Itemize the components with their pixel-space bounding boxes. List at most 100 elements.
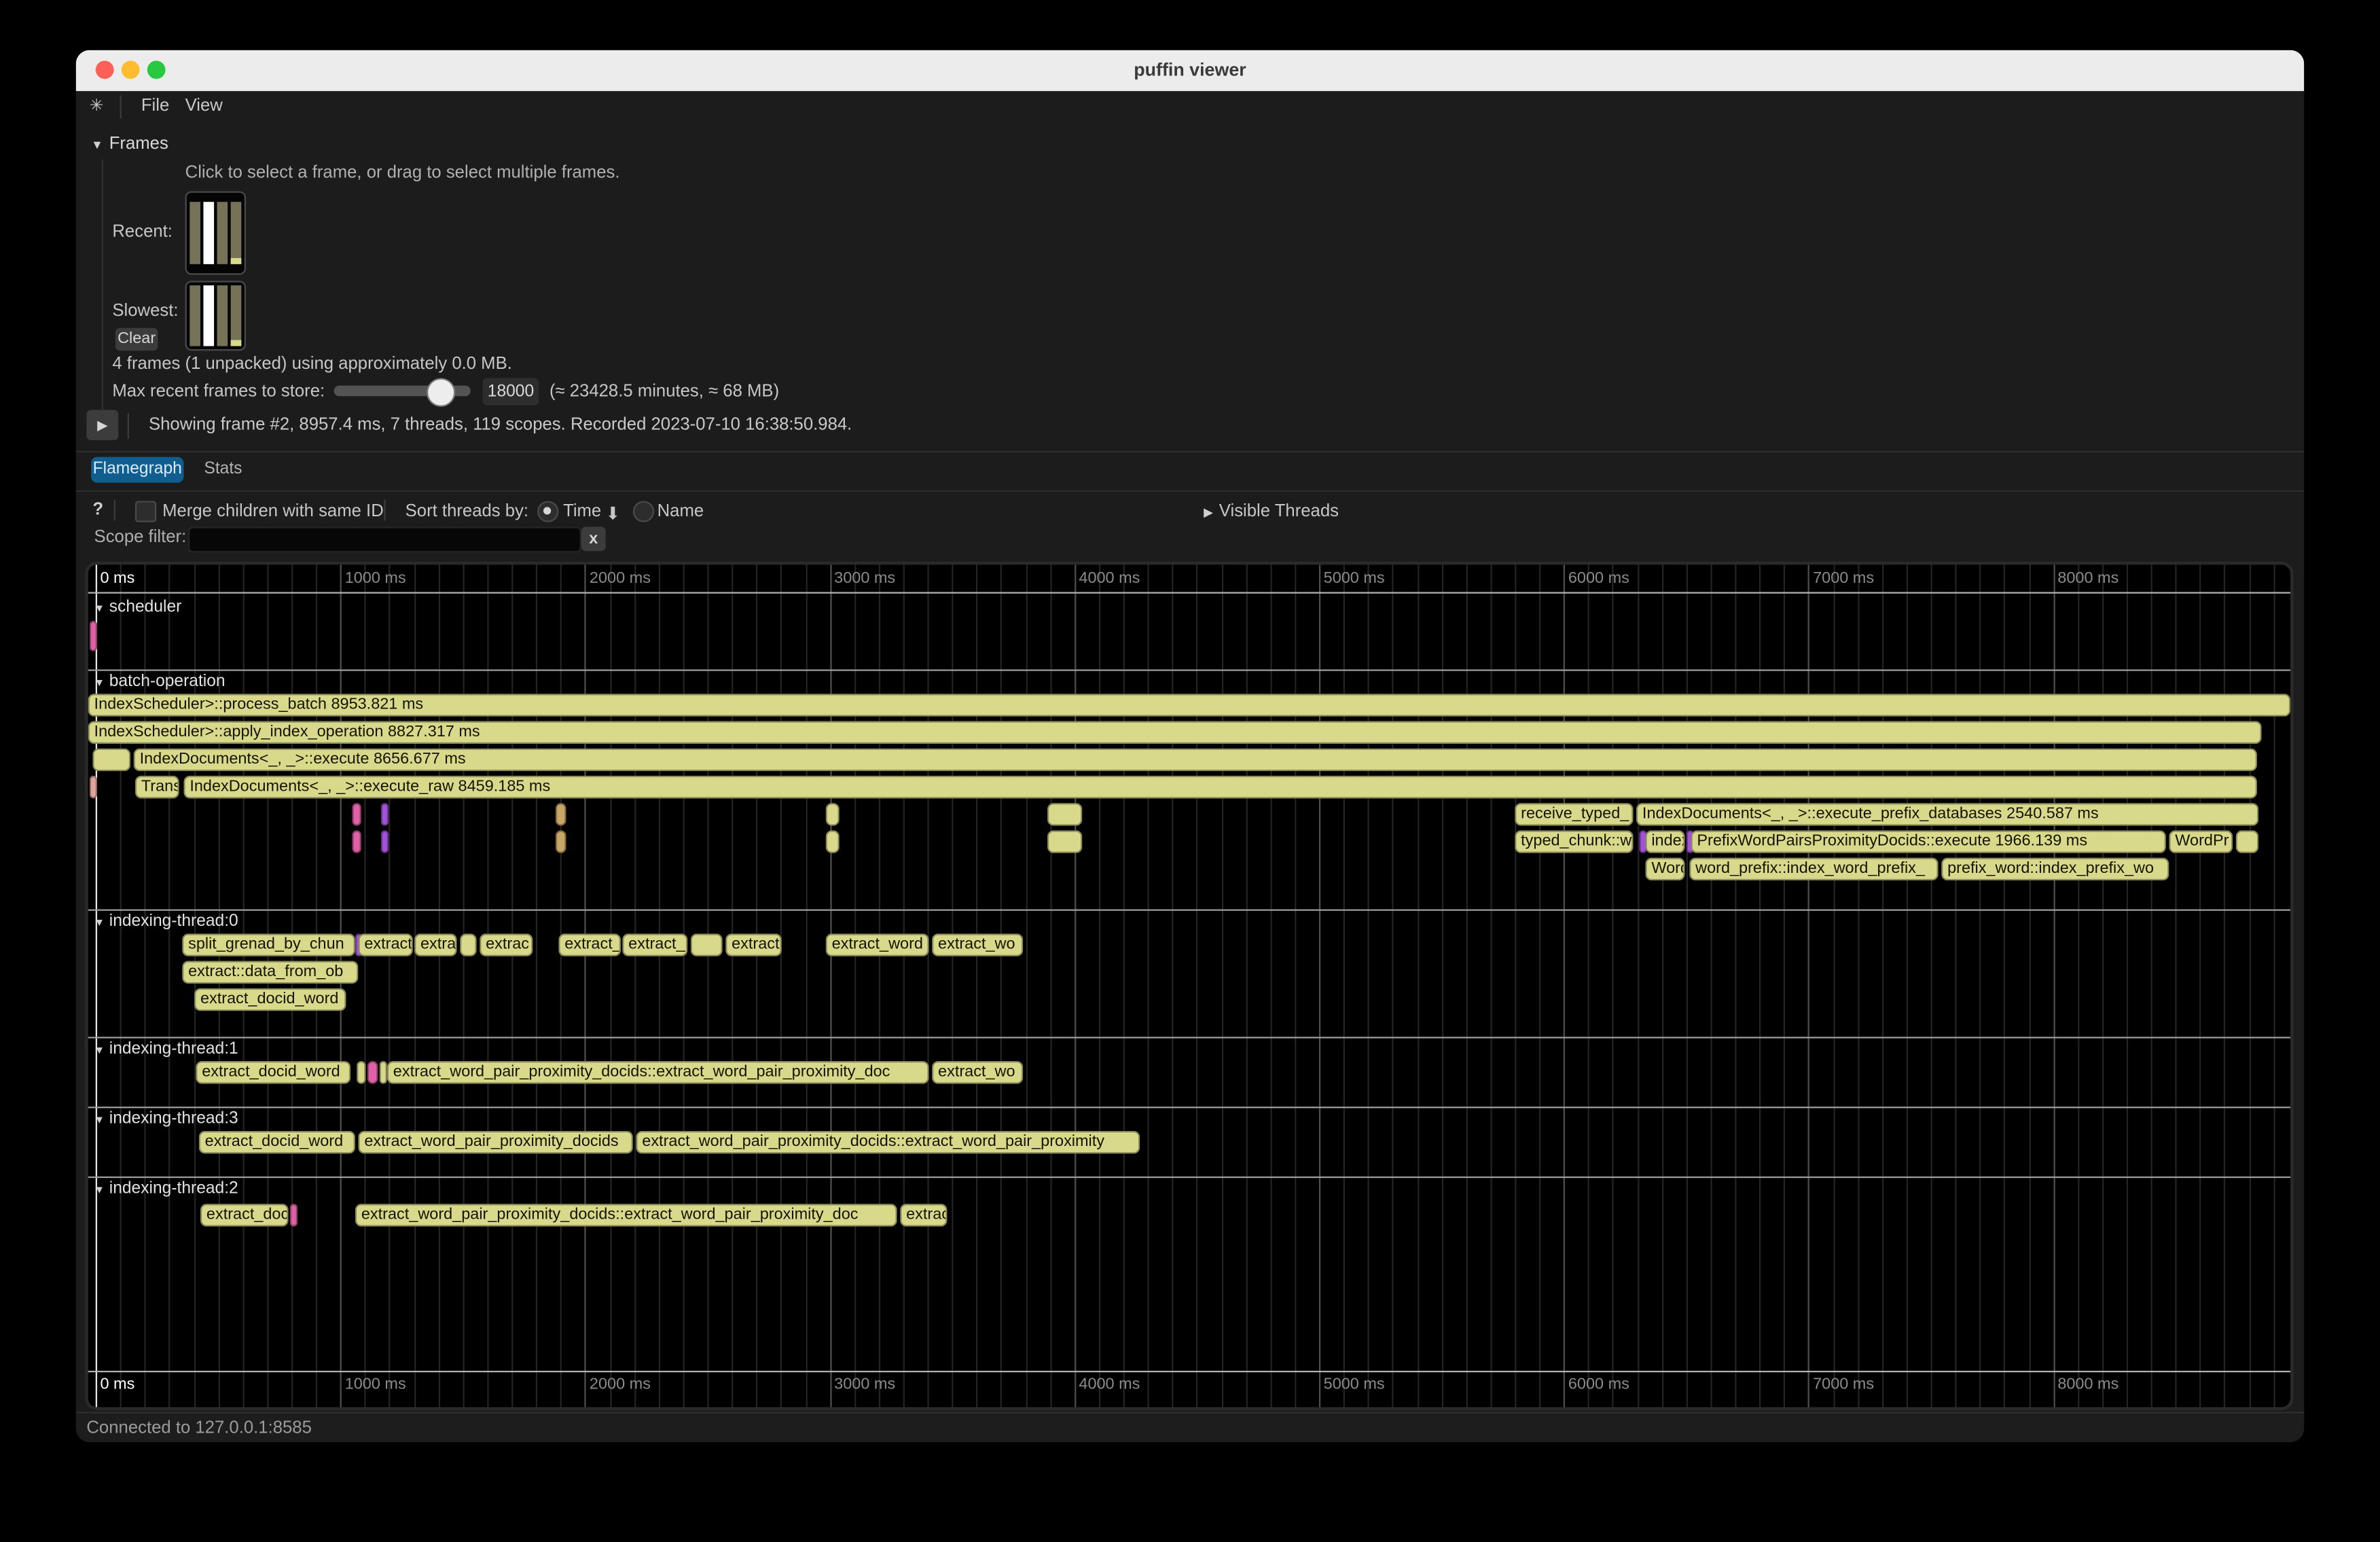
tab-flamegraph[interactable]: Flamegraph [91, 457, 183, 483]
scope-bar[interactable] [556, 830, 566, 853]
flamegraph-canvas[interactable]: 0 ms0 ms1000 ms1000 ms2000 ms2000 ms3000… [88, 564, 2291, 1407]
scope-bar[interactable]: extra [414, 933, 457, 956]
scope-bar[interactable]: IndexDocuments<_, _>::execute_raw 8459.1… [183, 776, 2257, 799]
scope-bar[interactable]: extract_word_pair_proximity_docids [358, 1131, 632, 1154]
sort-time-radio[interactable] [537, 501, 558, 522]
help-button[interactable]: ? [92, 501, 103, 519]
slowest-frames-thumbnail[interactable] [185, 281, 246, 351]
scope-bar[interactable] [290, 1204, 298, 1227]
scope-bar[interactable]: extract_wo [932, 933, 1023, 956]
frame-preview-bar[interactable] [190, 202, 200, 264]
scope-bar[interactable]: extract_ [558, 933, 621, 956]
scope-bar[interactable]: WordPr [2169, 830, 2233, 853]
sort-direction-arrow-icon[interactable]: ⬇ [606, 503, 621, 524]
scope-bar[interactable] [380, 1061, 387, 1084]
scope-bar[interactable] [90, 621, 97, 651]
sort-name-radio[interactable] [633, 501, 654, 522]
scope-bar[interactable]: extract_ [622, 933, 687, 956]
thread-group-header[interactable]: ▼indexing-thread:1 [94, 1040, 238, 1058]
scope-bar[interactable]: split_grenad_by_chun [182, 933, 355, 956]
scope-bar[interactable] [2236, 830, 2259, 853]
scope-bar[interactable]: PrefixWordPairsProximityDocids::execute … [1691, 830, 2165, 853]
scope-bar[interactable]: word_prefix::index_word_prefix_ [1689, 858, 1938, 881]
minor-gridline [2151, 564, 2152, 1407]
scope-bar[interactable]: extrac [480, 933, 533, 956]
thread-group-header[interactable]: ▼indexing-thread:3 [94, 1110, 238, 1128]
scope-bar[interactable]: Trans [135, 776, 179, 799]
scope-bar[interactable] [381, 803, 389, 826]
scope-bar[interactable]: extract_word [826, 933, 929, 956]
major-gridline [2053, 564, 2055, 1407]
scope-bar[interactable]: extract_docid_word [199, 1131, 355, 1154]
scope-bar[interactable] [1047, 830, 1082, 853]
frame-preview-bar[interactable] [203, 202, 214, 264]
scope-bar[interactable]: extract_docid_word [196, 1061, 350, 1084]
recent-frames-thumbnail[interactable] [185, 192, 246, 275]
major-gridline [340, 564, 342, 1407]
frame-preview-bar[interactable] [190, 285, 200, 346]
thread-group-header[interactable]: ▼indexing-thread:2 [94, 1179, 238, 1198]
scope-bar[interactable] [1047, 803, 1082, 826]
scope-bar[interactable]: extract_word_pair_proximity_docids::extr… [355, 1204, 897, 1227]
scope-bar[interactable]: IndexDocuments<_, _>::execute 8656.677 m… [134, 749, 2257, 772]
max-frames-slider-handle[interactable] [427, 378, 455, 406]
scope-bar[interactable]: IndexScheduler>::apply_index_operation 8… [88, 721, 2262, 744]
max-frames-value[interactable]: 18000 [483, 378, 539, 405]
scope-bar[interactable] [352, 803, 361, 826]
menu-view[interactable]: View [185, 97, 223, 115]
scope-bar[interactable] [691, 933, 723, 956]
scope-bar[interactable]: index [1645, 830, 1684, 853]
merge-children-checkbox[interactable] [135, 501, 156, 522]
thread-group-header[interactable]: ▼indexing-thread:0 [94, 912, 238, 931]
thread-group-header[interactable]: ▼batch-operation [94, 673, 226, 691]
scope-bar[interactable]: extract_doc [200, 1204, 289, 1227]
scope-bar[interactable] [92, 749, 130, 772]
minor-gridline [1417, 564, 1418, 1407]
scope-bar[interactable] [352, 830, 361, 853]
scope-bar[interactable]: extract [725, 933, 782, 956]
frame-preview-bar[interactable] [217, 285, 228, 346]
visible-threads-header[interactable]: ▶Visible Threads [1204, 503, 1339, 521]
play-button[interactable]: ▶ [86, 410, 118, 440]
clear-filter-button[interactable]: x [581, 526, 606, 551]
scope-bar[interactable] [826, 803, 840, 826]
menu-file[interactable]: File [141, 97, 169, 115]
minor-gridline [1246, 564, 1247, 1407]
scope-filter-input[interactable] [188, 526, 581, 552]
axis-tick-label: 6000 ms [1568, 569, 1629, 588]
scope-bar[interactable] [556, 803, 566, 826]
theme-toggle-icon[interactable]: ✳ [90, 96, 104, 115]
scope-bar[interactable]: extract_word_pair_proximity_docids::extr… [636, 1131, 1140, 1154]
minor-gridline [1344, 564, 1345, 1407]
scope-bar[interactable]: extrac [900, 1204, 947, 1227]
scope-bar[interactable]: receive_typed_ [1515, 803, 1633, 826]
scope-bar[interactable]: prefix_word::index_prefix_wo [1941, 858, 2169, 881]
scope-bar[interactable] [460, 933, 477, 956]
scope-bar[interactable] [826, 830, 840, 853]
scope-bar[interactable]: IndexDocuments<_, _>::execute_prefix_dat… [1636, 803, 2258, 826]
minor-gridline [242, 564, 244, 1407]
scope-bar[interactable]: extract_word_pair_proximity_docids::extr… [387, 1061, 929, 1084]
scope-bar[interactable] [90, 776, 97, 799]
major-gridline [1564, 564, 1565, 1407]
scope-bar[interactable]: extract_docid_word [194, 988, 346, 1011]
frame-preview-bar[interactable] [231, 202, 242, 264]
scope-bar[interactable]: Word [1645, 858, 1684, 881]
tab-stats[interactable]: Stats [198, 457, 249, 483]
sort-threads-label: Sort threads by: [405, 503, 528, 521]
frame-preview-bar[interactable] [203, 285, 214, 346]
scope-bar[interactable] [357, 1061, 365, 1084]
frame-preview-bar[interactable] [217, 202, 228, 264]
scope-bar[interactable]: extract::data_from_ob [182, 961, 358, 984]
scope-bar[interactable] [381, 830, 389, 853]
frames-section-header[interactable]: ▼Frames [91, 135, 168, 154]
scope-bar[interactable]: extract [358, 933, 412, 956]
scope-bar[interactable]: typed_chunk::w [1515, 830, 1633, 853]
scope-bar[interactable]: IndexScheduler>::process_batch 8953.821 … [88, 694, 2291, 717]
connection-status: Connected to 127.0.0.1:8585 [86, 1413, 312, 1441]
scope-bar[interactable] [367, 1061, 378, 1084]
clear-frames-button[interactable]: Clear [115, 328, 158, 351]
scope-bar[interactable]: extract_wo [932, 1061, 1023, 1084]
thread-group-header[interactable]: ▼scheduler [94, 598, 182, 616]
frame-preview-bar[interactable] [231, 285, 242, 346]
